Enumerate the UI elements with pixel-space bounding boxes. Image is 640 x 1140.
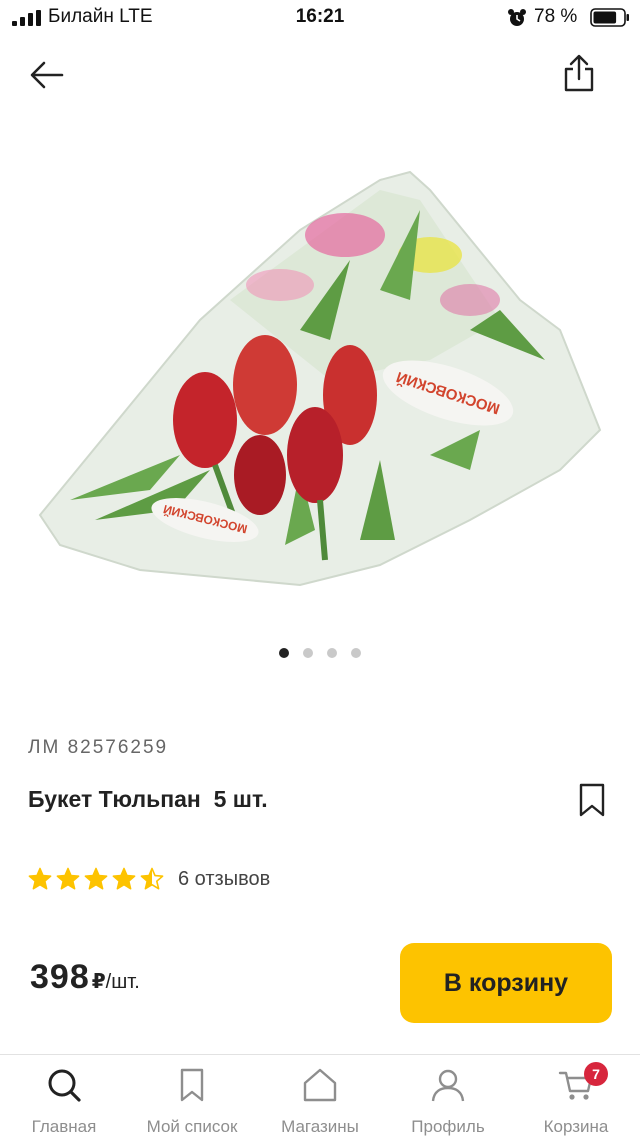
star-icon bbox=[56, 867, 80, 890]
rating[interactable]: 6 отзывов bbox=[28, 864, 270, 894]
price: 398 ₽ /шт. bbox=[30, 958, 140, 997]
tab-label: Мой список bbox=[146, 1117, 238, 1136]
tab-stores[interactable]: Магазины bbox=[256, 1055, 384, 1140]
arrow-left-icon bbox=[30, 61, 64, 89]
tab-label: Профиль bbox=[411, 1117, 485, 1136]
carousel-dot[interactable] bbox=[327, 648, 337, 658]
star-icon bbox=[84, 867, 108, 890]
price-currency: ₽ bbox=[91, 971, 106, 993]
rating-stars bbox=[28, 867, 164, 891]
image-carousel-dots[interactable] bbox=[0, 648, 640, 662]
battery-percent: 78 % bbox=[534, 6, 578, 27]
carousel-dot[interactable] bbox=[351, 648, 361, 658]
reviews-link[interactable]: 6 отзывов bbox=[178, 868, 270, 891]
status-bar: Билайн LTE 16:21 78 % bbox=[0, 0, 640, 36]
share-icon bbox=[564, 54, 594, 92]
store-icon bbox=[303, 1068, 337, 1102]
tab-label: Магазины bbox=[281, 1117, 359, 1136]
tab-cart[interactable]: Корзина bbox=[512, 1055, 640, 1140]
add-to-cart-button[interactable]: В корзину bbox=[400, 943, 612, 1023]
price-value: 398 bbox=[30, 958, 90, 996]
battery-icon bbox=[590, 8, 629, 27]
carousel-dot[interactable] bbox=[279, 648, 289, 658]
product-title: Букет Тюльпан 5 шт. bbox=[28, 786, 268, 812]
top-app-bar bbox=[0, 36, 640, 112]
bottom-tab-bar: Главная Мой список Магазины Профиль Корз… bbox=[0, 1054, 640, 1140]
search-icon bbox=[48, 1069, 81, 1102]
add-to-list-button[interactable] bbox=[572, 780, 612, 820]
alarm-icon bbox=[508, 9, 526, 26]
tab-label: Корзина bbox=[543, 1117, 609, 1136]
star-icon bbox=[28, 867, 52, 890]
tab-home[interactable]: Главная bbox=[0, 1055, 128, 1140]
bookmark-icon bbox=[180, 1068, 204, 1102]
tab-label: Главная bbox=[31, 1117, 97, 1136]
product-code: ЛМ 82576259 bbox=[28, 737, 169, 758]
tab-profile[interactable]: Профиль bbox=[384, 1055, 512, 1140]
share-button[interactable] bbox=[556, 50, 602, 96]
tab-my-list[interactable]: Мой список bbox=[128, 1055, 256, 1140]
cart-count-badge: 7 bbox=[584, 1062, 608, 1086]
star-icon bbox=[112, 867, 136, 890]
carousel-dot[interactable] bbox=[303, 648, 313, 658]
back-button[interactable] bbox=[24, 52, 70, 98]
star-icon bbox=[140, 867, 164, 890]
profile-icon bbox=[431, 1069, 465, 1102]
product-image[interactable]: МОСКОВСКИЙ МОСКОВСКИЙ bbox=[0, 120, 640, 640]
price-unit: /шт. bbox=[105, 971, 140, 993]
bookmark-icon bbox=[579, 783, 605, 817]
